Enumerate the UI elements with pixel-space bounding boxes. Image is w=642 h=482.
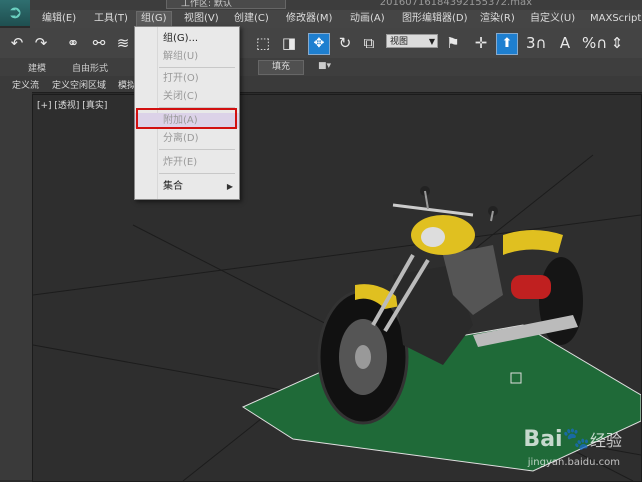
menu-bar: 编辑(E) 工具(T) 组(G) 视图(V) 创建(C) 修改器(M) 动画(A… — [30, 10, 642, 29]
scale-icon[interactable]: ⧉ — [360, 34, 378, 52]
menu-graph-editors[interactable]: 图形编辑器(D) — [398, 12, 472, 26]
menu-create[interactable]: 创建(C) — [230, 12, 273, 26]
menu-modifiers[interactable]: 修改器(M) — [282, 12, 336, 26]
menu-views[interactable]: 视图(V) — [180, 12, 223, 26]
camera-icon[interactable]: ■▾ — [318, 61, 331, 71]
ribbon: 建模 自由形式 填充 ■▾ — [0, 58, 642, 77]
unlink-icon[interactable]: ⚯ — [90, 34, 108, 52]
menu-animation[interactable]: 动画(A) — [346, 12, 389, 26]
watermark-url: jingyan.baidu.com — [527, 457, 620, 468]
scene-canvas — [33, 154, 641, 481]
menu-item-ungroup[interactable]: 解组(U) — [135, 49, 239, 64]
window-title: 20160716184392155372.max — [379, 0, 532, 8]
define-idle-areas-button[interactable]: 定义空闲区域 — [52, 78, 106, 91]
menu-customize[interactable]: 自定义(U) — [526, 12, 579, 26]
define-flows-button[interactable]: 定义流 — [12, 78, 39, 91]
angle-snap-label: A — [559, 34, 571, 52]
menu-item-detach[interactable]: 分离(D) — [135, 131, 239, 146]
select-manipulate-icon[interactable]: ✛ — [472, 34, 490, 52]
menu-item-group[interactable]: 组(G)... — [135, 31, 239, 46]
menu-group[interactable]: 组(G) — [136, 11, 172, 27]
pivot-icon[interactable]: ⚑ — [444, 34, 462, 52]
menu-item-assembly[interactable]: 集合 ▶ — [135, 179, 239, 194]
app-logo-icon[interactable]: ➲ — [0, 0, 30, 26]
submenu-arrow-icon: ▶ — [226, 182, 233, 191]
menu-item-open-label: 打开(O) — [163, 73, 199, 84]
menu-tools[interactable]: 工具(T) — [90, 12, 132, 26]
menu-item-explode-label: 炸开(E) — [163, 157, 198, 168]
workspace-select[interactable]: 工作区: 默认 — [166, 0, 286, 9]
link-icon[interactable]: ⚭ — [64, 34, 82, 52]
reference-coord-select[interactable]: 视图 ▼ — [386, 34, 438, 48]
ribbon-tab-modeling[interactable]: 建模 — [28, 61, 46, 74]
paw-icon: 🐾 — [562, 427, 590, 452]
viewport-label[interactable]: [+] [透视] [真实] — [37, 98, 107, 111]
menu-item-group-label: 组(G)... — [163, 33, 199, 44]
percent-snap-label: % — [582, 34, 597, 52]
menu-item-open[interactable]: 打开(O) — [135, 71, 239, 86]
menu-separator — [159, 67, 235, 68]
menu-maxscript[interactable]: MAXScript(X) — [586, 12, 642, 26]
watermark-suffix: 经验 — [589, 431, 622, 450]
redo-icon[interactable]: ↷ — [32, 34, 50, 52]
move-icon[interactable]: ✥ — [308, 33, 330, 55]
main-toolbar: ↶ ↷ ⚭ ⚯ ≋ ⬚ ◨ ✥ ↻ ⧉ 视图 ▼ ⚑ ✛ ⬆ 3∩ A %∩ ⇕ — [0, 28, 642, 59]
menu-item-ungroup-label: 解组(U) — [163, 51, 199, 62]
populate-bar: 定义流 定义空闲区域 模拟 — [0, 76, 642, 93]
ribbon-tab-freeform[interactable]: 自由形式 — [72, 61, 108, 74]
perspective-viewport[interactable]: [+] [透视] [真实] — [32, 94, 642, 482]
fill-button[interactable]: 填充 — [258, 60, 304, 75]
window-crossing-icon[interactable]: ◨ — [280, 34, 298, 52]
snap-toggle-icon[interactable]: 3∩ — [526, 34, 547, 52]
bind-spacewarp-icon[interactable]: ≋ — [114, 34, 132, 52]
chevron-down-icon: ▼ — [428, 37, 435, 46]
menu-rendering[interactable]: 渲染(R) — [476, 12, 519, 26]
menu-separator — [159, 173, 235, 174]
menu-item-close[interactable]: 关闭(C) — [135, 89, 239, 104]
watermark-brand: Bai — [523, 427, 563, 452]
menu-edit[interactable]: 编辑(E) — [38, 12, 80, 26]
undo-icon[interactable]: ↶ — [8, 34, 26, 52]
angle-snap-icon[interactable]: A — [556, 34, 574, 52]
select-region-icon[interactable]: ⬚ — [254, 34, 272, 52]
rotate-icon[interactable]: ↻ — [336, 34, 354, 52]
menu-item-assembly-label: 集合 — [163, 181, 183, 192]
attach-highlight-box — [136, 108, 237, 129]
snap-label: 3 — [526, 34, 536, 52]
spinner-snap-icon[interactable]: ⇕ — [608, 34, 626, 52]
menu-item-detach-label: 分离(D) — [163, 133, 199, 144]
keyboard-shortcut-icon[interactable]: ⬆ — [496, 33, 518, 55]
percent-snap-icon[interactable]: %∩ — [582, 34, 607, 52]
menu-item-explode[interactable]: 炸开(E) — [135, 155, 239, 170]
left-panel — [0, 92, 32, 480]
watermark: Bai🐾经验 — [523, 427, 622, 452]
reference-coord-value: 视图 — [390, 37, 409, 47]
menu-separator — [159, 149, 235, 150]
menu-item-close-label: 关闭(C) — [163, 91, 198, 102]
